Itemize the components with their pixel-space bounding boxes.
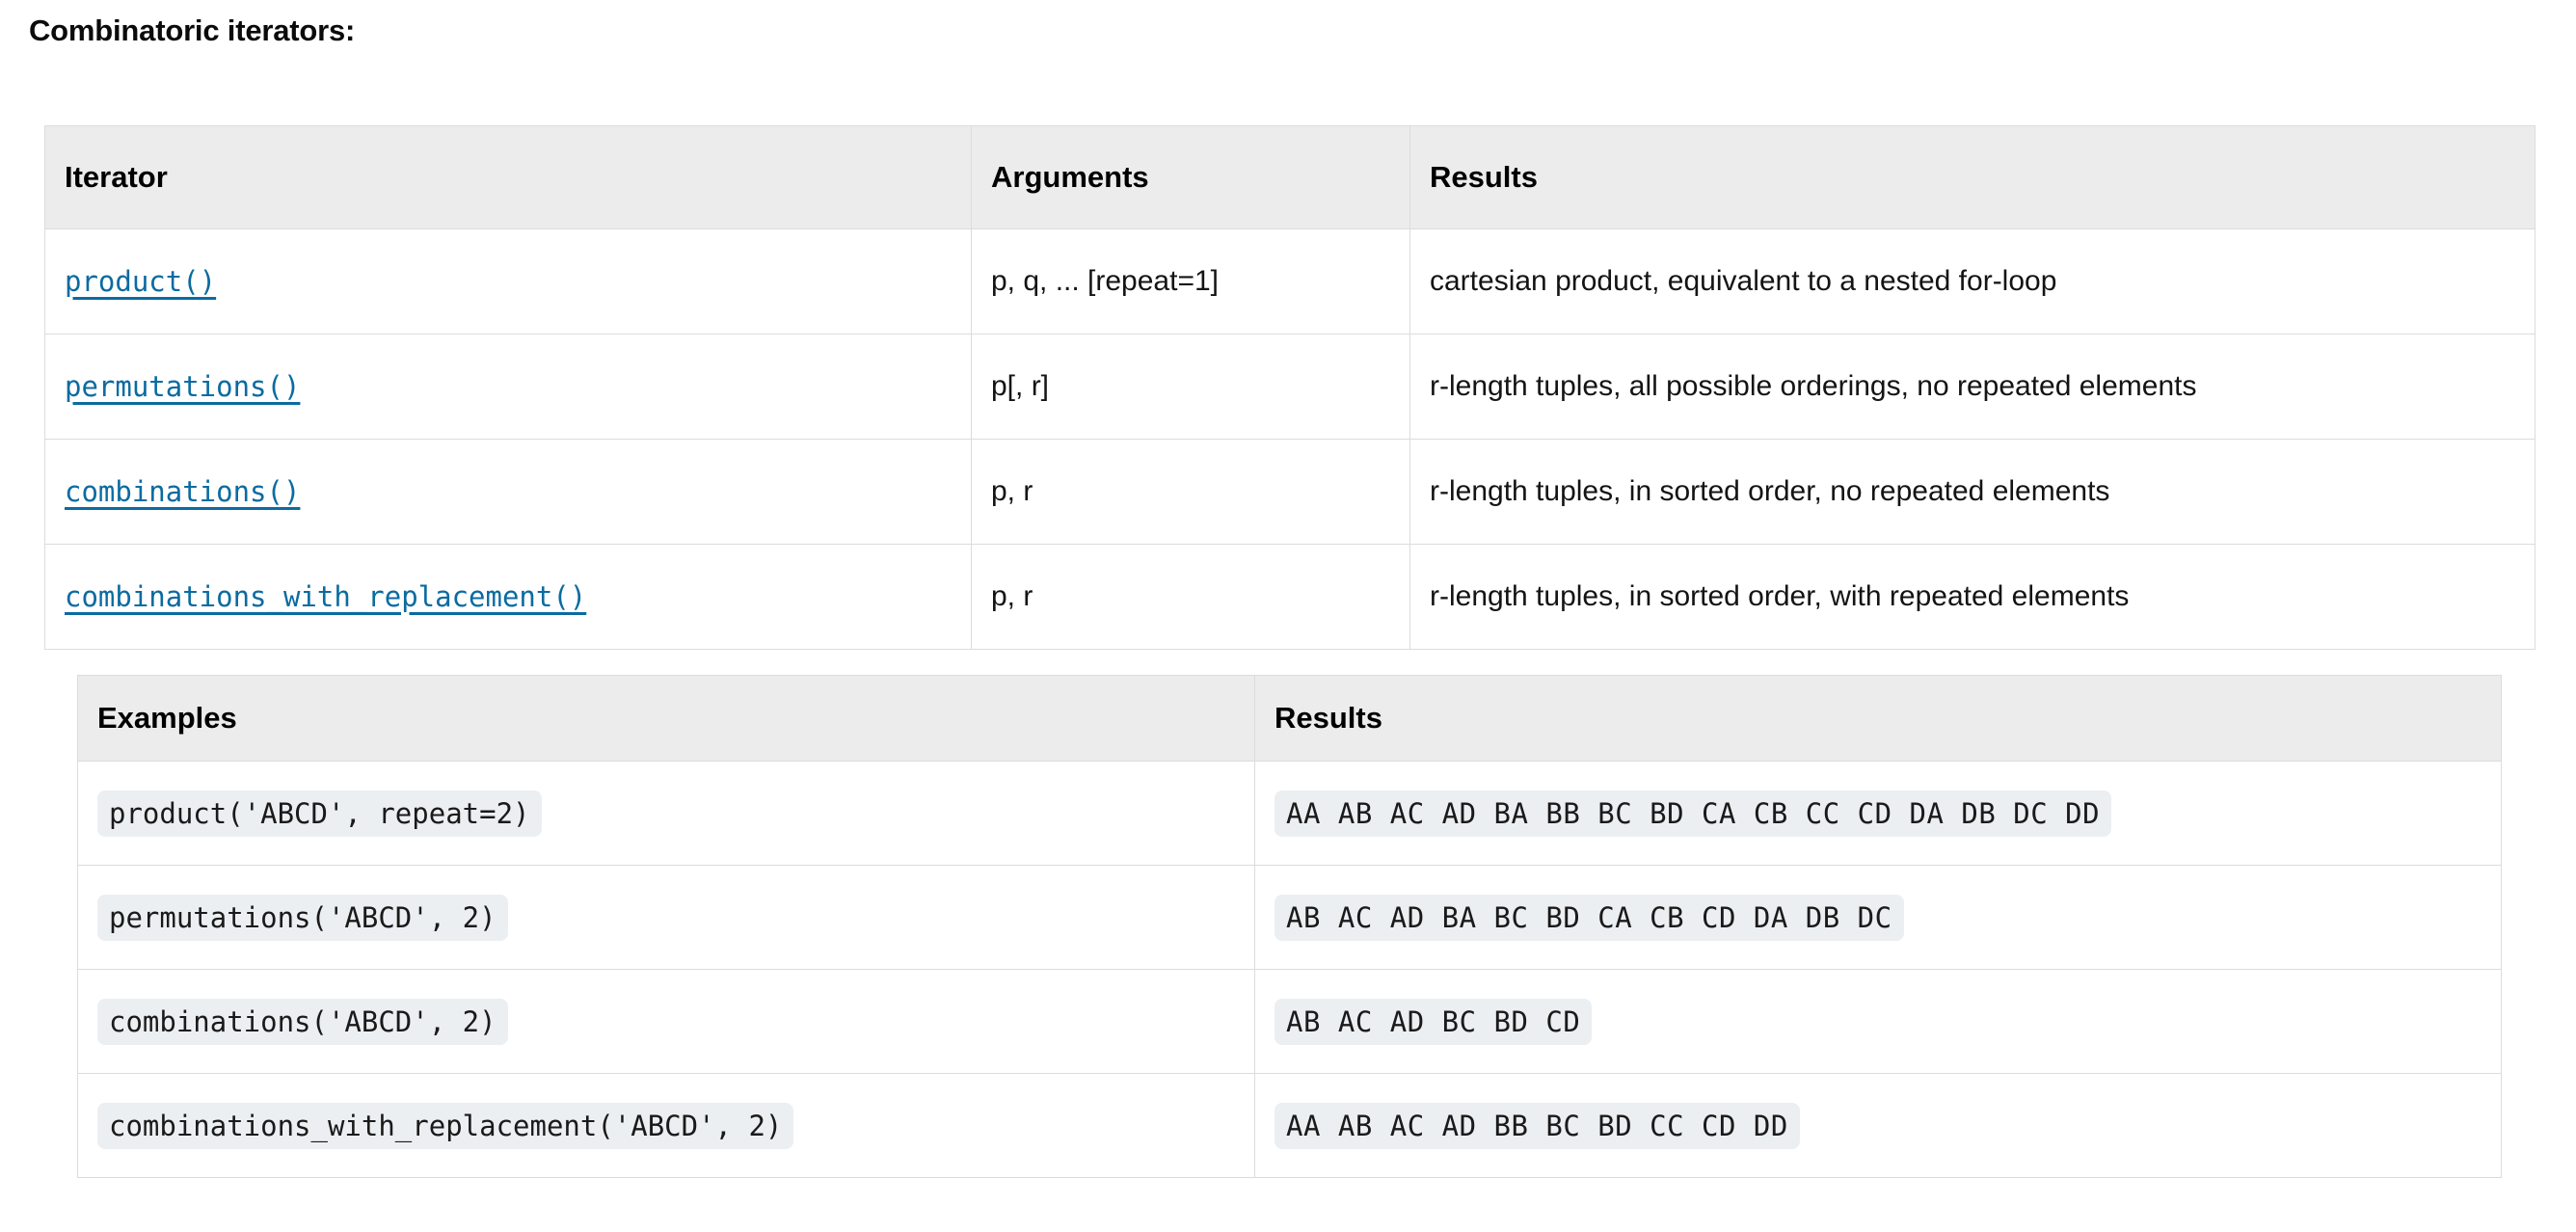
iterator-cell: combinations_with_replacement() [44, 544, 972, 650]
iterator-cell: permutations() [44, 334, 972, 440]
documentation-page: Combinatoric iterators: Iterator Argumen… [0, 0, 2576, 1232]
results-cell: cartesian product, equivalent to a neste… [1409, 228, 2536, 335]
code-result-combinations: AB AC AD BC BD CD [1275, 998, 1593, 1045]
code-snippet-product: product('ABCD', repeat=2) [97, 790, 542, 837]
function-link-combinations[interactable]: combinations() [65, 475, 300, 508]
example-cell: product('ABCD', repeat=2) [77, 761, 1255, 866]
results-cell: r-length tuples, in sorted order, no rep… [1409, 439, 2536, 545]
function-link-combinations-with-replacement[interactable]: combinations_with_replacement() [65, 580, 586, 613]
column-header-iterator: Iterator [44, 125, 972, 229]
table-row: combinations() p, r r-length tuples, in … [44, 439, 2536, 545]
code-result-product: AA AB AC AD BA BB BC BD CA CB CC CD DA D… [1275, 790, 2112, 837]
table-row: combinations_with_replacement() p, r r-l… [44, 544, 2536, 650]
code-result-combinations-with-replacement: AA AB AC AD BB BC BD CC CD DD [1275, 1102, 1800, 1149]
arguments-cell: p, q, ... [repeat=1] [971, 228, 1410, 335]
iterators-table-head: Iterator Arguments Results [44, 125, 2536, 229]
code-snippet-combinations-with-replacement: combinations_with_replacement('ABCD', 2) [97, 1102, 794, 1149]
table-row: product('ABCD', repeat=2) AA AB AC AD BA… [77, 761, 2502, 866]
code-snippet-permutations: permutations('ABCD', 2) [97, 894, 508, 941]
code-result-permutations: AB AC AD BA BC BD CA CB CD DA DB DC [1275, 894, 1904, 941]
page-title: Combinatoric iterators: [29, 13, 356, 47]
examples-table-body: product('ABCD', repeat=2) AA AB AC AD BA… [77, 761, 2502, 1178]
combinatoric-iterators-table: Iterator Arguments Results product() p, … [44, 125, 2536, 650]
combinatoric-examples-table: Examples Results product('ABCD', repeat=… [77, 675, 2502, 1178]
function-link-product[interactable]: product() [65, 265, 216, 298]
iterator-cell: product() [44, 228, 972, 335]
iterators-table-body: product() p, q, ... [repeat=1] cartesian… [44, 228, 2536, 650]
results-cell: r-length tuples, in sorted order, with r… [1409, 544, 2536, 650]
examples-table-head: Examples Results [77, 675, 2502, 762]
column-header-results: Results [1409, 125, 2536, 229]
example-results-cell: AA AB AC AD BB BC BD CC CD DD [1254, 1073, 2502, 1178]
table-row: combinations_with_replacement('ABCD', 2)… [77, 1073, 2502, 1178]
column-header-examples: Examples [77, 675, 1255, 762]
example-results-cell: AB AC AD BC BD CD [1254, 969, 2502, 1074]
example-cell: combinations_with_replacement('ABCD', 2) [77, 1073, 1255, 1178]
table-row: product() p, q, ... [repeat=1] cartesian… [44, 228, 2536, 335]
example-cell: permutations('ABCD', 2) [77, 865, 1255, 970]
arguments-cell: p[, r] [971, 334, 1410, 440]
table-row: permutations() p[, r] r-length tuples, a… [44, 334, 2536, 440]
example-cell: combinations('ABCD', 2) [77, 969, 1255, 1074]
iterator-cell: combinations() [44, 439, 972, 545]
table-row: permutations('ABCD', 2) AB AC AD BA BC B… [77, 865, 2502, 970]
examples-header-row: Examples Results [77, 675, 2502, 762]
column-header-arguments: Arguments [971, 125, 1410, 229]
function-link-permutations[interactable]: permutations() [65, 370, 300, 403]
arguments-cell: p, r [971, 439, 1410, 545]
code-snippet-combinations: combinations('ABCD', 2) [97, 998, 508, 1045]
iterators-header-row: Iterator Arguments Results [44, 125, 2536, 229]
example-results-cell: AA AB AC AD BA BB BC BD CA CB CC CD DA D… [1254, 761, 2502, 866]
results-cell: r-length tuples, all possible orderings,… [1409, 334, 2536, 440]
arguments-cell: p, r [971, 544, 1410, 650]
example-results-cell: AB AC AD BA BC BD CA CB CD DA DB DC [1254, 865, 2502, 970]
column-header-example-results: Results [1254, 675, 2502, 762]
table-row: combinations('ABCD', 2) AB AC AD BC BD C… [77, 969, 2502, 1074]
